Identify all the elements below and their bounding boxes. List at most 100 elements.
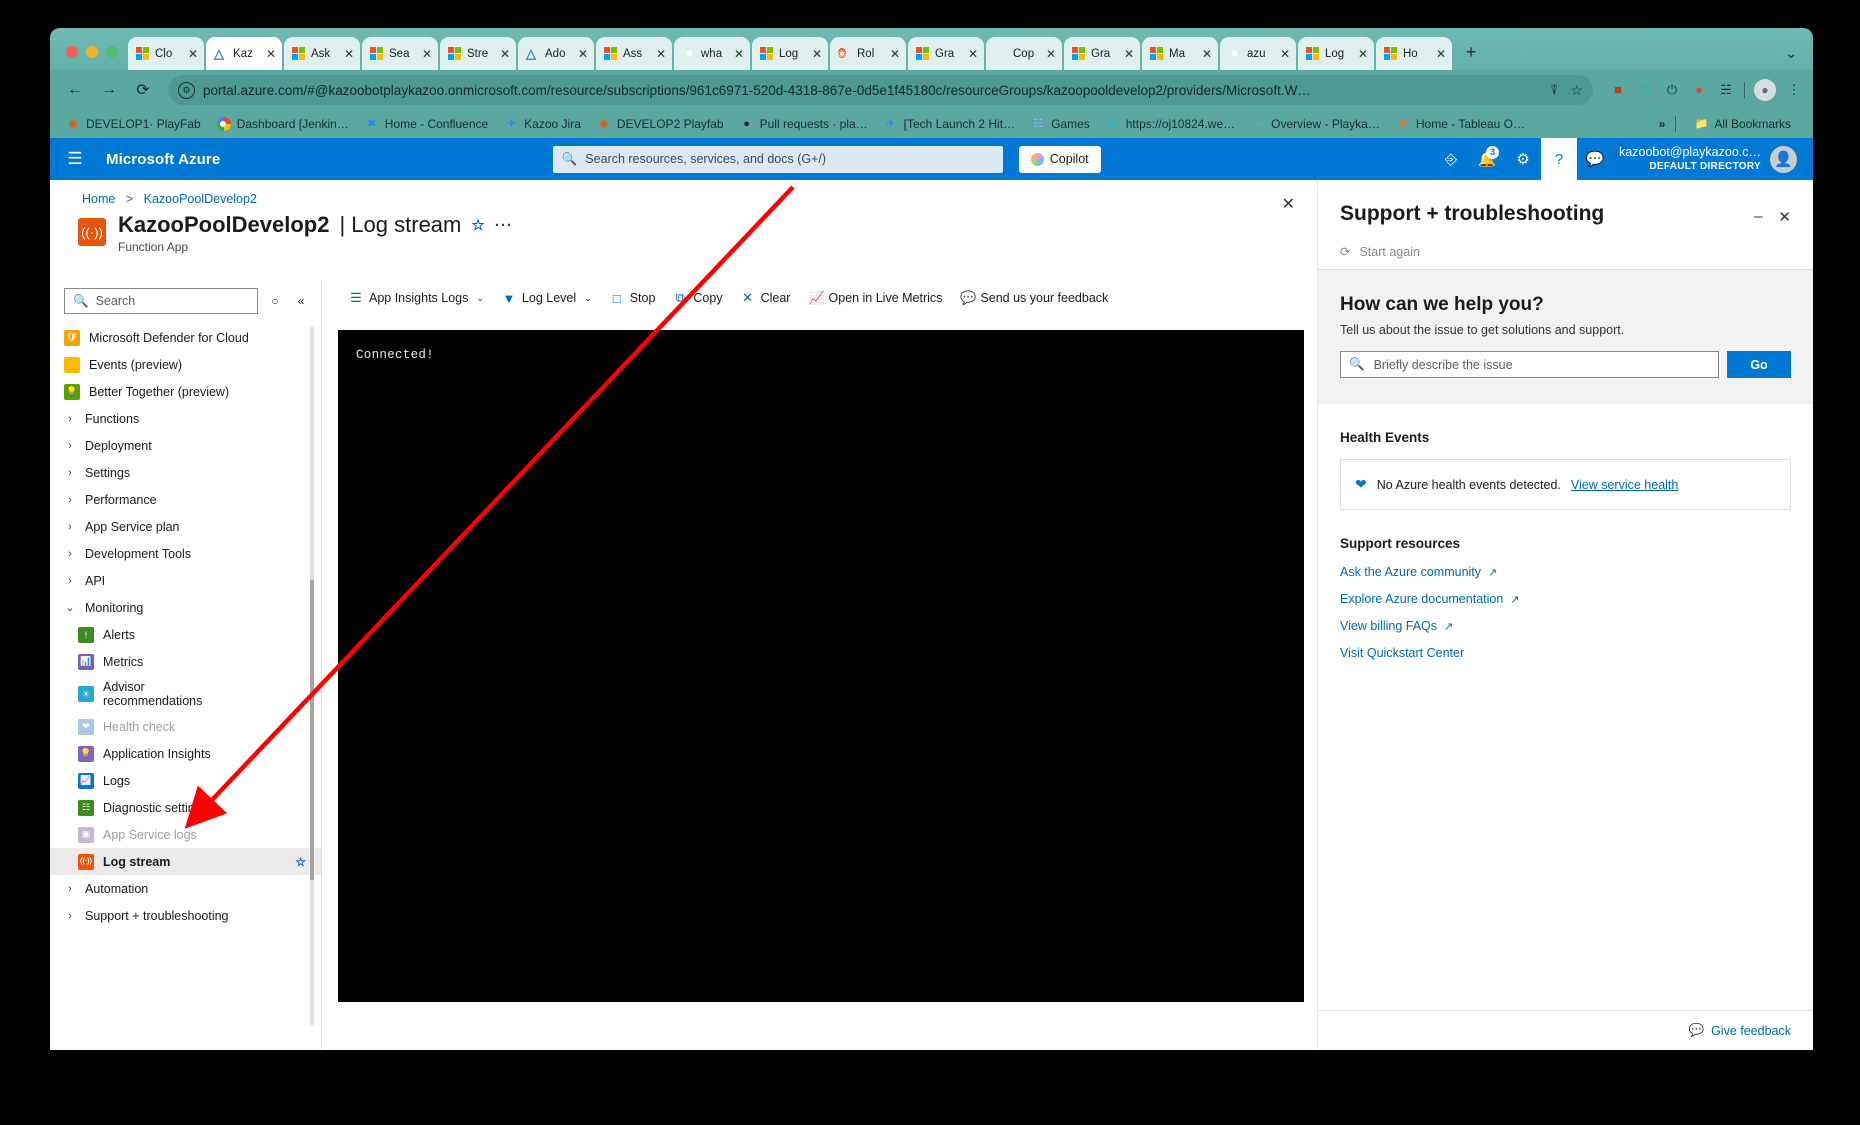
issue-description-input[interactable]: 🔍 Briefly describe the issue <box>1340 351 1719 378</box>
browser-profile-avatar[interactable]: ● <box>1754 79 1776 101</box>
bookmark-item[interactable]: ✈Kazoo Jira <box>496 115 589 133</box>
browser-tab[interactable]: Gra✕ <box>908 37 984 70</box>
close-tab-icon[interactable]: ✕ <box>342 47 356 61</box>
chevron-right-icon[interactable]: › <box>64 413 76 425</box>
sidebar-item-app-service-plan[interactable]: ›App Service plan <box>50 513 322 540</box>
chevron-down-icon[interactable]: ⌄ <box>584 293 592 304</box>
sidebar-item-settings[interactable]: ›Settings <box>50 459 322 486</box>
bookmark-item[interactable]: ●Pull requests · pla… <box>732 115 876 133</box>
extension-grammarly-icon[interactable]: G <box>1636 81 1654 99</box>
minimize-icon[interactable]: – <box>1754 208 1762 226</box>
favorite-star-icon[interactable]: ☆ <box>295 855 306 869</box>
avatar[interactable]: 👤 <box>1770 146 1797 173</box>
close-tab-icon[interactable]: ✕ <box>420 47 434 61</box>
browser-tab[interactable]: Gra✕ <box>1064 37 1140 70</box>
extension-puzzle-icon[interactable]: ☵ <box>1717 81 1735 99</box>
toolbar-open-in-live-metrics[interactable]: 📈Open in Live Metrics <box>799 286 951 310</box>
sidebar-item-api[interactable]: ›API <box>50 567 322 594</box>
minimize-window-button[interactable] <box>86 46 98 58</box>
collapse-menu-icon[interactable]: « <box>292 292 310 310</box>
bookmark-star-icon[interactable]: ☆ <box>1570 82 1583 99</box>
bookmarks-overflow-button[interactable]: » <box>1659 117 1666 131</box>
chevron-right-icon[interactable]: › <box>64 494 76 506</box>
sidebar-item-automation[interactable]: ›Automation <box>50 875 322 902</box>
bookmark-item[interactable]: Dashboard [Jenkin… <box>209 115 357 133</box>
bookmark-item[interactable]: ❄https://oj10824.we… <box>1098 115 1243 133</box>
chevron-right-icon[interactable]: › <box>64 548 76 560</box>
browser-tab[interactable]: Ma✕ <box>1142 37 1218 70</box>
global-search-input[interactable]: 🔍 Search resources, services, and docs (… <box>553 146 1003 173</box>
close-window-button[interactable] <box>66 46 78 58</box>
sidebar-item-logs[interactable]: 📈Logs <box>50 767 322 794</box>
chevron-right-icon[interactable]: › <box>64 575 76 587</box>
close-blade-button[interactable]: ✕ <box>1282 194 1295 214</box>
extension-red-icon[interactable]: ■ <box>1609 81 1627 99</box>
settings-gear-icon[interactable]: ⚙ <box>1505 138 1541 180</box>
chevron-down-icon[interactable]: ⌄ <box>476 293 484 304</box>
install-app-icon[interactable]: ⍒ <box>1550 82 1558 99</box>
sidebar-item-deployment[interactable]: ›Deployment <box>50 432 322 459</box>
close-tab-icon[interactable]: ✕ <box>186 47 200 61</box>
browser-tab[interactable]: ◉Rol✕ <box>830 37 906 70</box>
sidebar-item-performance[interactable]: ›Performance <box>50 486 322 513</box>
more-options-icon[interactable]: ··· <box>495 217 513 234</box>
feedback-icon[interactable]: 💬 <box>1577 138 1613 180</box>
breadcrumb-current[interactable]: KazooPoolDevelop2 <box>144 192 257 206</box>
toolbar-copy[interactable]: ⧉Copy <box>664 286 731 310</box>
notifications-icon[interactable]: 🔔 3 <box>1469 138 1505 180</box>
chevron-right-icon[interactable]: › <box>64 883 76 895</box>
refresh-icon[interactable]: ○ <box>266 292 284 310</box>
sidebar-item-advisor-recommendations[interactable]: ☀Advisor recommendations <box>50 675 322 713</box>
toolbar-send-us-your-feedback[interactable]: 💬Send us your feedback <box>951 286 1117 310</box>
browser-tab[interactable]: wha✕ <box>674 37 750 70</box>
chevron-right-icon[interactable]: › <box>64 440 76 452</box>
start-again-button[interactable]: ⟳ Start again <box>1318 226 1813 269</box>
log-console[interactable]: Connected! <box>338 330 1304 1002</box>
give-feedback-bar[interactable]: 💬 Give feedback <box>1318 1010 1813 1050</box>
all-bookmarks-button[interactable]: 📁 All Bookmarks <box>1686 115 1799 133</box>
close-tab-icon[interactable]: ✕ <box>264 47 278 61</box>
favorite-star-icon[interactable]: ☆ <box>471 216 484 234</box>
sidebar-item-monitoring[interactable]: ⌄Monitoring <box>50 594 322 621</box>
toolbar-app-insights-logs[interactable]: ☰App Insights Logs⌄ <box>340 286 493 310</box>
extension-power-icon[interactable]: ⏻ <box>1663 81 1681 99</box>
close-icon[interactable]: ✕ <box>1778 208 1791 226</box>
bookmark-item[interactable]: ✈[Tech Launch 2 Hit… <box>876 115 1023 133</box>
sidebar-item-alerts[interactable]: !Alerts <box>50 621 322 648</box>
sidebar-item-health-check[interactable]: ❤Health check <box>50 713 322 740</box>
bookmark-item[interactable]: ∼Overview - Playka… <box>1243 115 1388 133</box>
address-input[interactable]: ⚙ portal.azure.com/#@kazoobotplaykazoo.o… <box>168 75 1593 105</box>
new-tab-button[interactable]: + <box>1458 40 1484 66</box>
toolbar-stop[interactable]: □Stop <box>601 287 665 310</box>
go-button[interactable]: Go <box>1727 351 1791 378</box>
chevron-right-icon[interactable]: › <box>64 467 76 479</box>
bookmark-item[interactable]: ✖Home - Confluence <box>357 115 496 133</box>
close-tab-icon[interactable]: ✕ <box>888 47 902 61</box>
sidebar-item-microsoft-defender-for-cloud[interactable]: 🛡Microsoft Defender for Cloud <box>50 324 322 351</box>
support-resource-link[interactable]: Explore Azure documentation↗ <box>1340 592 1791 606</box>
close-tab-icon[interactable]: ✕ <box>810 47 824 61</box>
close-tab-icon[interactable]: ✕ <box>1044 47 1058 61</box>
cloud-shell-icon[interactable]: ⎆ <box>1433 138 1469 180</box>
sidebar-item-support-troubleshooting[interactable]: ›Support + troubleshooting <box>50 902 322 929</box>
close-tab-icon[interactable]: ✕ <box>1122 47 1136 61</box>
forward-button[interactable]: → <box>94 75 124 105</box>
support-resource-link[interactable]: View billing FAQs↗ <box>1340 619 1791 633</box>
browser-tab[interactable]: Sea✕ <box>362 37 438 70</box>
close-tab-icon[interactable]: ✕ <box>1200 47 1214 61</box>
view-service-health-link[interactable]: View service health <box>1571 478 1678 492</box>
browser-tab[interactable]: △Kaz✕ <box>206 37 282 70</box>
close-tab-icon[interactable]: ✕ <box>576 47 590 61</box>
help-icon[interactable]: ? <box>1541 138 1577 180</box>
copilot-button[interactable]: Copilot <box>1019 146 1101 173</box>
bookmark-item[interactable]: ✚Home - Tableau O… <box>1388 115 1533 133</box>
close-tab-icon[interactable]: ✕ <box>1356 47 1370 61</box>
extension-adblock-icon[interactable]: ● <box>1690 81 1708 99</box>
sidebar-item-metrics[interactable]: 📊Metrics <box>50 648 322 675</box>
portal-menu-icon[interactable]: ☰ <box>56 140 94 178</box>
sidebar-item-better-together-preview[interactable]: 💡Better Together (preview) <box>50 378 322 405</box>
sidebar-scrollbar-thumb[interactable] <box>310 580 314 880</box>
browser-tab[interactable]: Log✕ <box>752 37 828 70</box>
close-tab-icon[interactable]: ✕ <box>732 47 746 61</box>
support-resource-link[interactable]: Visit Quickstart Center <box>1340 646 1791 660</box>
